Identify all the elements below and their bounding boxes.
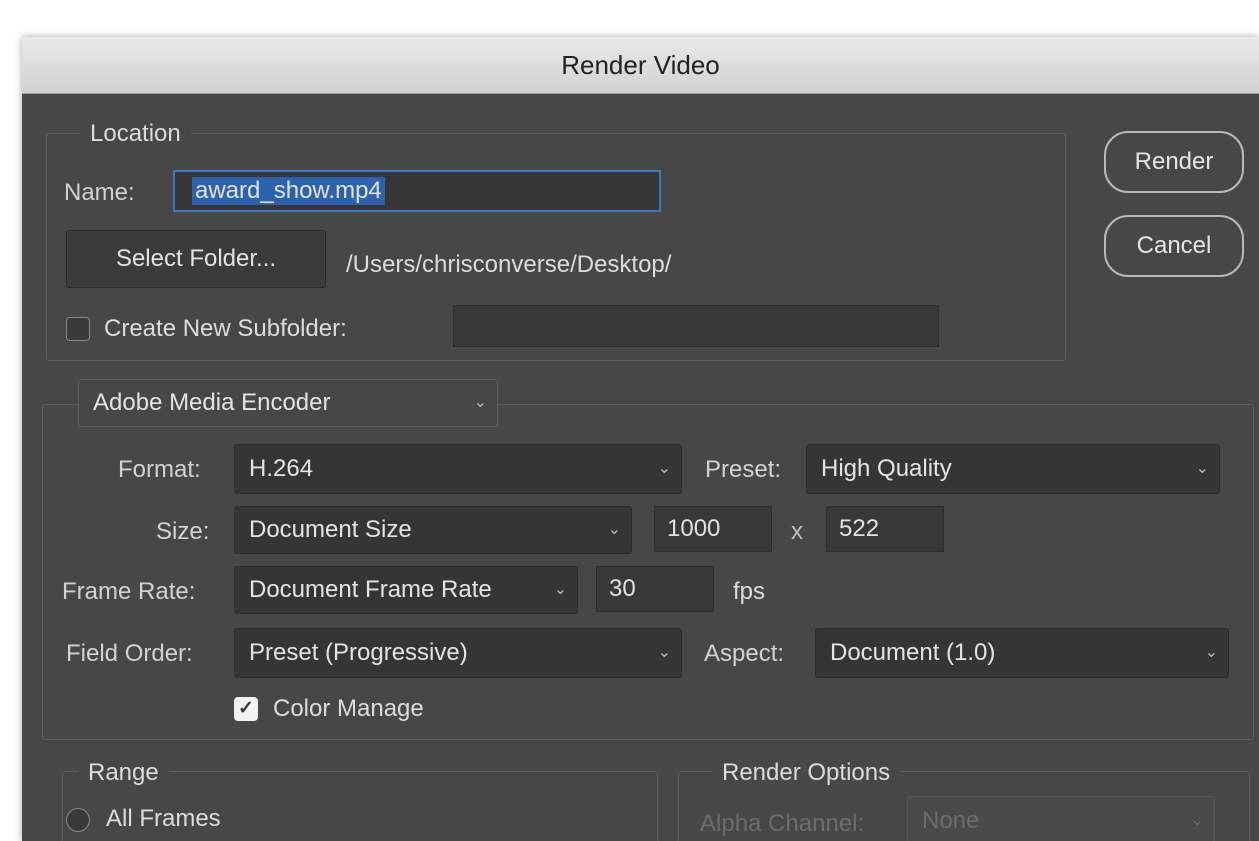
width-input[interactable]: 1000 (654, 506, 772, 552)
field-order-select[interactable]: Preset (Progressive) ⌄ (234, 628, 682, 678)
subfolder-input[interactable] (453, 305, 939, 347)
preset-select[interactable]: High Quality ⌄ (806, 444, 1220, 494)
fps-input[interactable]: 30 (596, 566, 714, 612)
size-select[interactable]: Document Size ⌄ (234, 506, 632, 554)
range-legend: Range (78, 759, 169, 787)
format-select[interactable]: H.264 ⌄ (234, 444, 682, 494)
folder-path: /Users/chrisconverse/Desktop/ (346, 251, 672, 278)
aspect-select[interactable]: Document (1.0) ⌄ (815, 628, 1229, 678)
size-label: Size: (156, 518, 210, 545)
location-legend: Location (80, 120, 191, 148)
chevron-down-icon: ⌄ (1195, 460, 1209, 477)
color-manage-label: Color Manage (273, 695, 424, 722)
frame-rate-label: Frame Rate: (62, 578, 196, 605)
all-frames-label: All Frames (106, 805, 221, 832)
times-symbol: x (791, 518, 803, 545)
render-button[interactable]: Render (1104, 131, 1244, 193)
chevron-down-icon: ⌄ (1190, 812, 1204, 829)
all-frames-radio[interactable] (66, 808, 90, 832)
format-label: Format: (118, 456, 201, 483)
checkmark-icon: ✓ (238, 698, 254, 719)
render-options-legend: Render Options (712, 759, 901, 787)
aspect-label: Aspect: (704, 640, 785, 667)
cancel-button[interactable]: Cancel (1104, 215, 1244, 277)
frame-rate-select[interactable]: Document Frame Rate ⌄ (234, 566, 578, 614)
height-input[interactable]: 522 (826, 506, 944, 552)
preset-label: Preset: (705, 456, 782, 483)
select-folder-button[interactable]: Select Folder... (66, 230, 326, 288)
name-input[interactable]: award_show.mp4 (173, 170, 661, 212)
alpha-channel-label: Alpha Channel: (700, 810, 865, 837)
field-order-label: Field Order: (66, 640, 193, 667)
create-subfolder-checkbox[interactable] (66, 317, 90, 341)
create-subfolder-label: Create New Subfolder: (104, 315, 347, 342)
fps-unit: fps (733, 578, 766, 605)
color-manage-checkbox[interactable]: ✓ (234, 697, 258, 721)
name-label: Name: (64, 179, 135, 206)
alpha-channel-select[interactable]: None ⌄ (907, 796, 1215, 841)
encoder-dropdown[interactable]: Adobe Media Encoder ⌄ (78, 379, 498, 427)
chevron-down-icon: ⌄ (1204, 644, 1218, 661)
chevron-down-icon: ⌄ (473, 394, 487, 411)
chevron-down-icon: ⌄ (553, 581, 567, 598)
chevron-down-icon: ⌄ (607, 521, 621, 538)
render-video-dialog: Render Video Location Name: award_show.m… (22, 37, 1259, 841)
chevron-down-icon: ⌄ (657, 460, 671, 477)
chevron-down-icon: ⌄ (657, 644, 671, 661)
dialog-title: Render Video (22, 37, 1259, 94)
